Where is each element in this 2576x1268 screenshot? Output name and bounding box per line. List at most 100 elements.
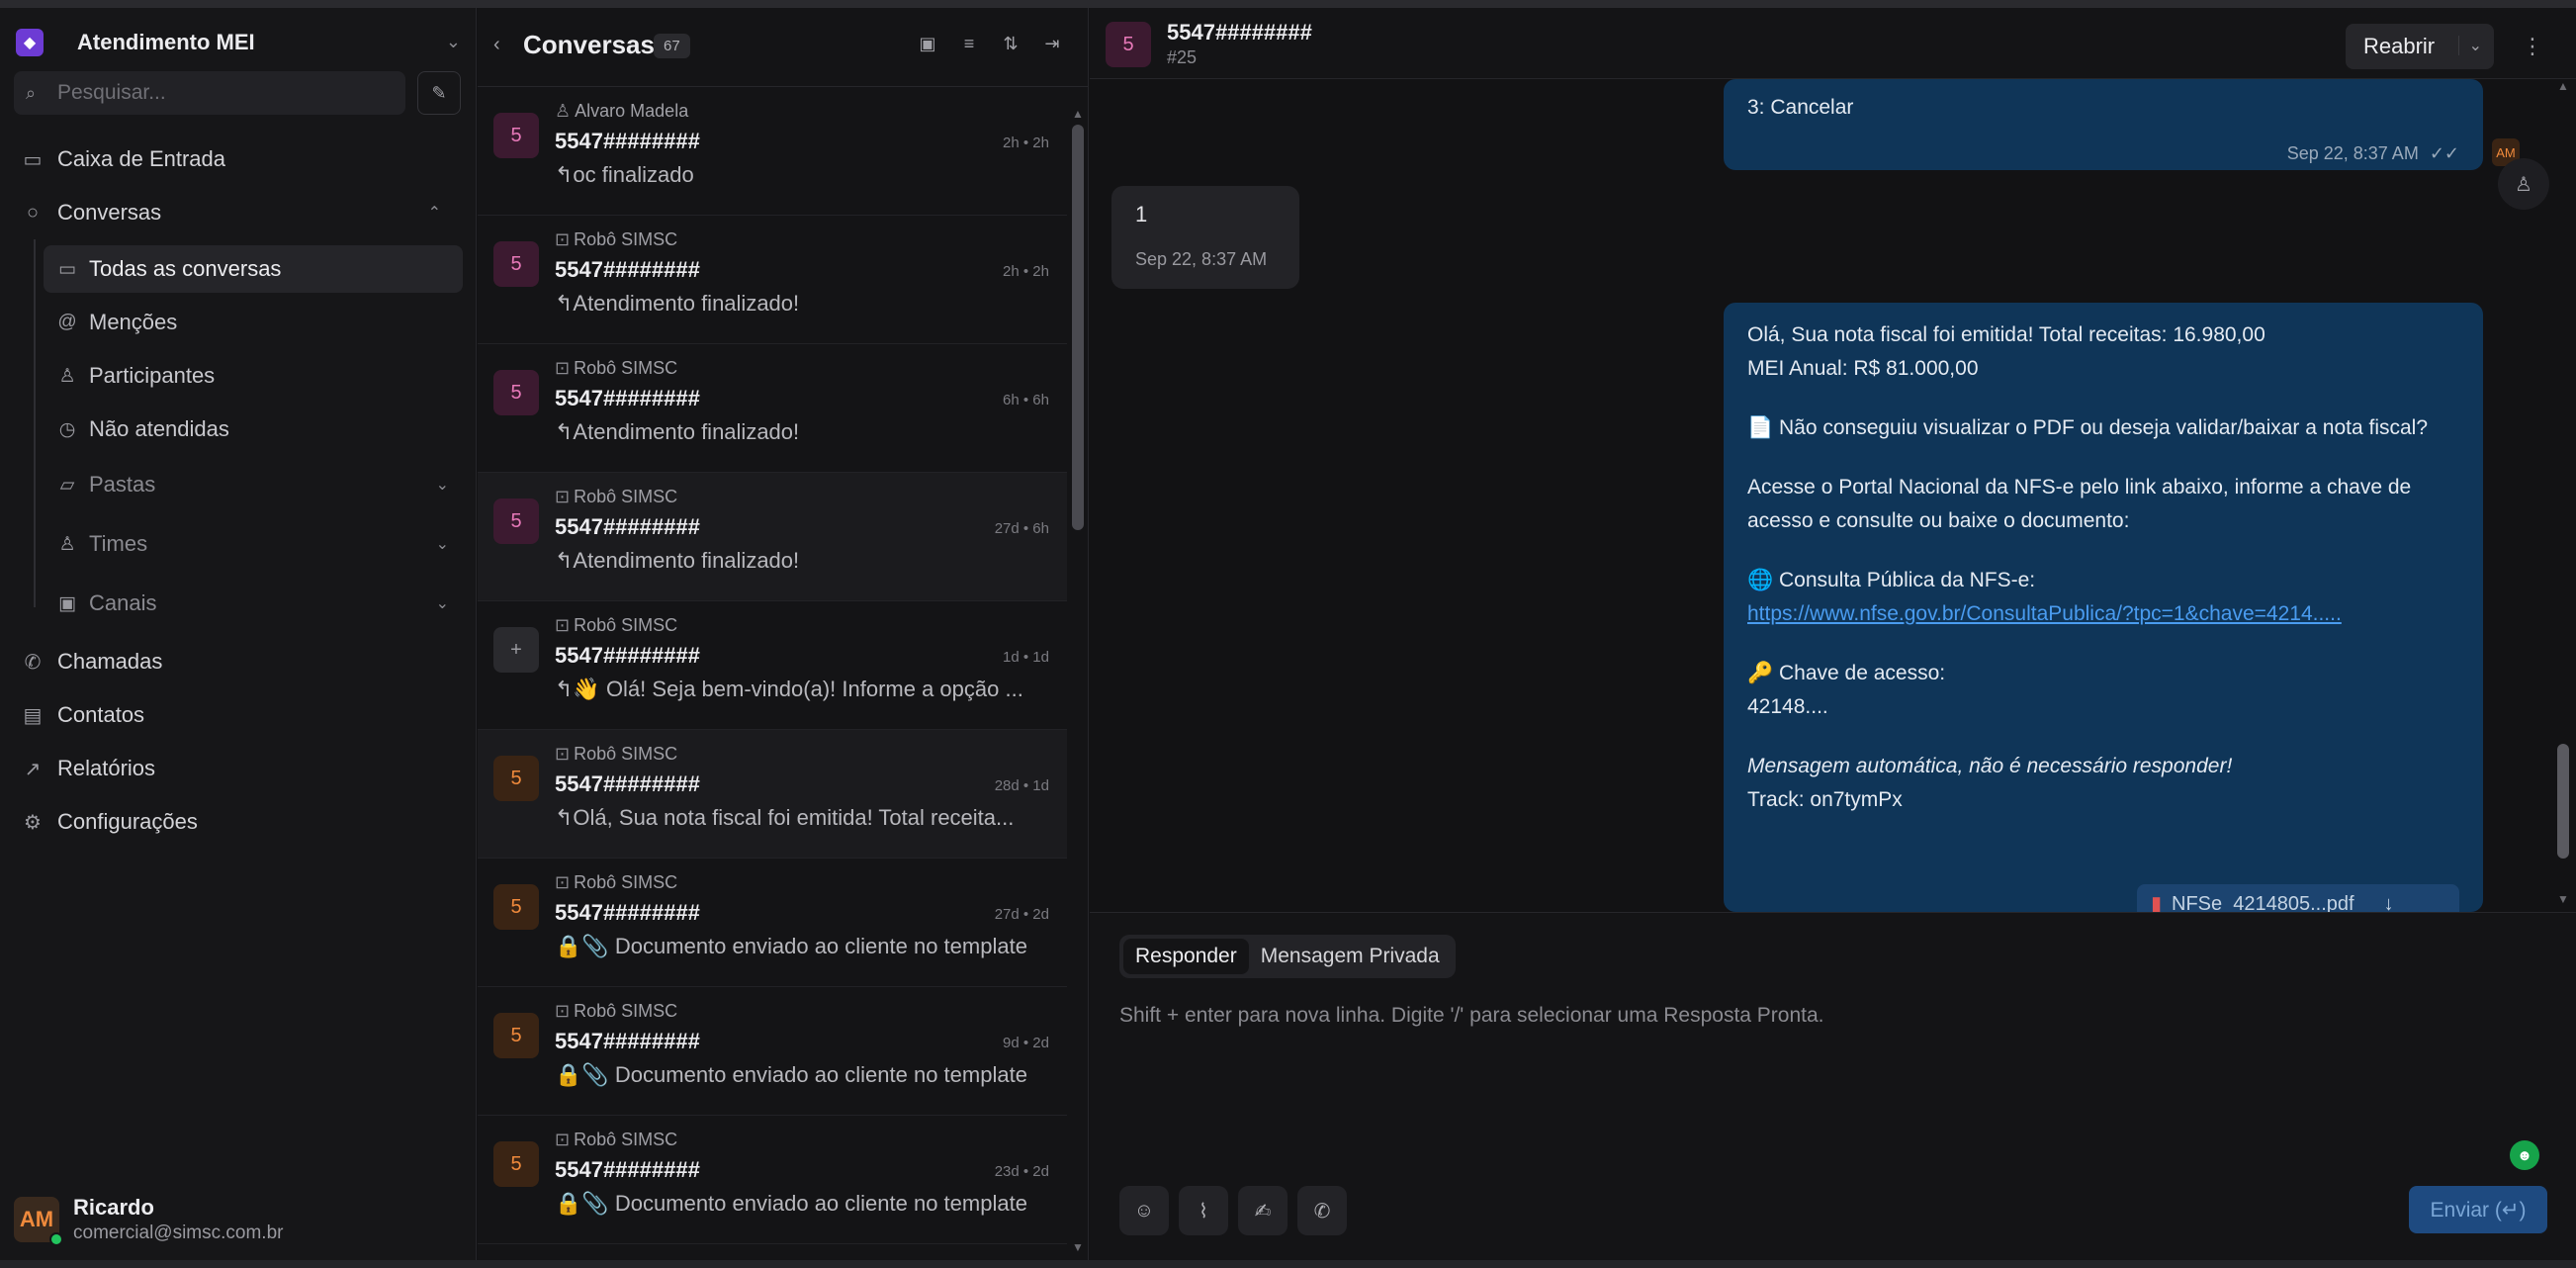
assigned-agent: ⊡ Robô SIMSC bbox=[555, 1001, 677, 1022]
nav-reports[interactable]: ↗ Relatórios bbox=[20, 744, 155, 793]
whatsapp-template-button[interactable]: ✆ bbox=[1297, 1186, 1347, 1235]
subnav-channels[interactable]: ▣ Canais ⌄ bbox=[44, 580, 463, 627]
subnav-all-conversations[interactable]: ▭ Todas as conversas bbox=[44, 245, 463, 293]
conversation-list-header: ‹ Conversas 67 ▣ ≡ ⇅ ⇥ bbox=[478, 8, 1089, 87]
conversation-item[interactable]: 5 ⊡ Robô SIMSC 5547######## 9d • 2d 🔒📎 Docume… bbox=[478, 987, 1067, 1116]
chat-scrollbar[interactable]: ▲ ▼ bbox=[2557, 79, 2571, 912]
send-button[interactable]: Enviar (↵) bbox=[2409, 1186, 2547, 1233]
nav-contacts[interactable]: ▤ Contatos bbox=[20, 690, 145, 740]
users-icon: ♙ bbox=[58, 533, 76, 555]
user-email: comercial@simsc.com.br bbox=[73, 1223, 284, 1243]
search-input[interactable] bbox=[57, 81, 374, 105]
nav-settings-label: Configurações bbox=[57, 809, 198, 834]
attachment-name: NFSe_4214805...pdf bbox=[2172, 893, 2354, 912]
conversation-time: 28d • 1d bbox=[994, 777, 1049, 794]
sort-icon[interactable]: ⇅ bbox=[996, 34, 1025, 63]
search-icon: ⌕ bbox=[26, 83, 37, 103]
nav-calls[interactable]: ✆ Chamadas bbox=[20, 637, 163, 686]
attachment-file[interactable]: ▮ NFSe_4214805...pdf ↓ bbox=[2137, 884, 2459, 912]
collapse-panel-icon[interactable]: ⇥ bbox=[1037, 34, 1067, 63]
conversation-phone: 5547######## bbox=[555, 129, 700, 153]
scrollbar-thumb[interactable] bbox=[1072, 125, 1084, 530]
chart-line-icon: ↗ bbox=[24, 758, 42, 780]
conversation-list: ‹ Conversas 67 ▣ ≡ ⇅ ⇥ 5 ♙ Alvaro Madela 55… bbox=[478, 8, 1089, 1260]
subnav-teams[interactable]: ♙ Times ⌄ bbox=[44, 520, 463, 568]
conversation-time: 27d • 6h bbox=[994, 520, 1049, 537]
emoji-button[interactable]: ☺ bbox=[1119, 1186, 1169, 1235]
conversation-item[interactable]: 5 ⊡ Robô SIMSC 5547######## 27d • 2d 🔒📎 Docum… bbox=[478, 859, 1067, 987]
conversation-time: 27d • 2d bbox=[994, 906, 1049, 923]
message-outgoing: Olá, Sua nota fiscal foi emitida! Total … bbox=[1724, 303, 2483, 912]
current-user[interactable]: AM Ricardo comercial@simsc.com.br bbox=[14, 1195, 284, 1246]
nav-settings[interactable]: ⚙ Configurações bbox=[20, 797, 198, 847]
at-sign-icon: @ bbox=[57, 312, 77, 332]
window-bottom-bar bbox=[0, 1260, 2576, 1268]
contact-card-icon: ▤ bbox=[23, 704, 43, 727]
subnav-folders[interactable]: ▱ Pastas ⌄ bbox=[44, 461, 463, 508]
nav-inbox[interactable]: ▭ Caixa de Entrada bbox=[20, 135, 225, 184]
bot-assistant-icon[interactable]: ☻ bbox=[2510, 1140, 2539, 1170]
last-message-preview: 🔒📎 Documento enviado ao cliente no templ… bbox=[555, 1191, 1027, 1216]
subnav-mentions[interactable]: @ Menções bbox=[44, 299, 463, 346]
conversation-avatar: + bbox=[493, 627, 539, 673]
conversation-item[interactable]: 5 ⊡ Robô SIMSC 5547######## 28d • 1d ↰Olá, Su… bbox=[478, 730, 1067, 859]
tab-private-note[interactable]: Mensagem Privada bbox=[1249, 939, 1452, 974]
last-message-preview: ↰Atendimento finalizado! bbox=[555, 548, 800, 573]
conversation-phone: 5547######## bbox=[555, 386, 700, 410]
message-text: 1 bbox=[1135, 202, 1148, 226]
conversation-item[interactable]: + ⊡ Robô SIMSC 5547######## 1d • 1d ↰👋 Olá! S… bbox=[478, 601, 1067, 730]
compose-button[interactable]: ✎ bbox=[417, 71, 461, 115]
conversation-item[interactable]: 5 ⊡ Robô SIMSC 5547######## 27d • 6h ↰Atendim… bbox=[478, 473, 1067, 601]
conversation-item[interactable]: 5 ⊡ Robô SIMSC 5547######## 23d • 2d 🔒📎 Docum… bbox=[478, 1116, 1067, 1244]
user-icon: ♙ bbox=[555, 101, 572, 121]
user-icon: ♙ bbox=[2515, 173, 2532, 196]
assigned-agent-name: Robô SIMSC bbox=[574, 615, 678, 635]
search-box: ⌕ bbox=[14, 71, 405, 115]
last-message-preview: ↰Atendimento finalizado! bbox=[555, 291, 800, 316]
contact-details-button[interactable]: ♙ bbox=[2498, 158, 2549, 210]
save-filter-icon[interactable]: ▣ bbox=[913, 34, 942, 63]
conversation-avatar: 5 bbox=[493, 1141, 539, 1187]
conversation-list-scrollbar[interactable]: ▲ ▼ bbox=[1072, 107, 1084, 1254]
portal-link[interactable]: https://www.nfse.gov.br/ConsultaPublica/… bbox=[1747, 597, 2459, 631]
online-status-dot bbox=[49, 1232, 63, 1246]
scroll-up-arrow-icon[interactable]: ▲ bbox=[2557, 79, 2569, 93]
conversation-phone: 5547######## bbox=[555, 514, 700, 539]
chat-panel: 5 5547######## #25 Reabrir ⌄ ⋮ 3: Cancel… bbox=[1090, 8, 2576, 1260]
window-top-bar bbox=[0, 0, 2576, 8]
reopen-button[interactable]: Reabrir ⌄ bbox=[2346, 24, 2494, 69]
conversation-time: 1d • 1d bbox=[1003, 649, 1049, 666]
assigned-agent-name: Robô SIMSC bbox=[574, 1001, 678, 1021]
nav-conversations[interactable]: ○ Conversas ⌃ bbox=[20, 188, 455, 237]
download-icon[interactable]: ↓ bbox=[2384, 887, 2394, 912]
subnav-unattended[interactable]: ◷ Não atendidas bbox=[44, 406, 463, 453]
conversation-phone: 5547######## bbox=[555, 771, 700, 796]
assigned-agent-name: Robô SIMSC bbox=[574, 1130, 678, 1149]
inbox-switcher[interactable]: ◆ Atendimento MEI ⌄ bbox=[16, 20, 461, 65]
chevron-left-icon[interactable]: ‹ bbox=[493, 34, 500, 56]
signature-button[interactable]: ✍ bbox=[1238, 1186, 1288, 1235]
filter-icon[interactable]: ≡ bbox=[954, 34, 984, 63]
scrollbar-thumb[interactable] bbox=[2557, 744, 2569, 859]
more-options-icon[interactable]: ⋮ bbox=[2522, 34, 2543, 59]
message-input[interactable] bbox=[1119, 1004, 2543, 1123]
user-name: Ricardo bbox=[73, 1195, 154, 1220]
conversation-avatar: 5 bbox=[493, 241, 539, 287]
scroll-up-arrow-icon[interactable]: ▲ bbox=[1072, 107, 1084, 121]
subnav-participants[interactable]: ♙ Participantes bbox=[44, 352, 463, 400]
conversation-item[interactable]: 5 ⊡ Robô SIMSC 5547######## 2h • 2h ↰Atendime… bbox=[478, 216, 1067, 344]
conversation-item[interactable]: 5 ♙ Alvaro Madela 5547######## 2h • 2h ↰oc fi… bbox=[478, 87, 1067, 216]
folder-icon: ▱ bbox=[59, 474, 75, 496]
attach-button[interactable]: ⌇ bbox=[1179, 1186, 1228, 1235]
scroll-down-arrow-icon[interactable]: ▼ bbox=[2557, 892, 2569, 906]
conversation-phone: 5547######## bbox=[555, 1029, 700, 1053]
message-line: MEI Anual: R$ 81.000,00 bbox=[1747, 357, 1979, 380]
track-code: Track: on7tymPx bbox=[1747, 788, 1903, 811]
contact-phone[interactable]: 5547######## bbox=[1167, 20, 1312, 45]
scroll-down-arrow-icon[interactable]: ▼ bbox=[1072, 1240, 1084, 1254]
avatar: AM bbox=[14, 1197, 63, 1246]
message-line: Olá, Sua nota fiscal foi emitida! Total … bbox=[1747, 323, 2265, 346]
chevron-down-icon[interactable]: ⌄ bbox=[2457, 36, 2482, 55]
tab-reply[interactable]: Responder bbox=[1123, 939, 1249, 974]
conversation-item[interactable]: 5 ⊡ Robô SIMSC 5547######## 6h • 6h ↰Atendime… bbox=[478, 344, 1067, 473]
